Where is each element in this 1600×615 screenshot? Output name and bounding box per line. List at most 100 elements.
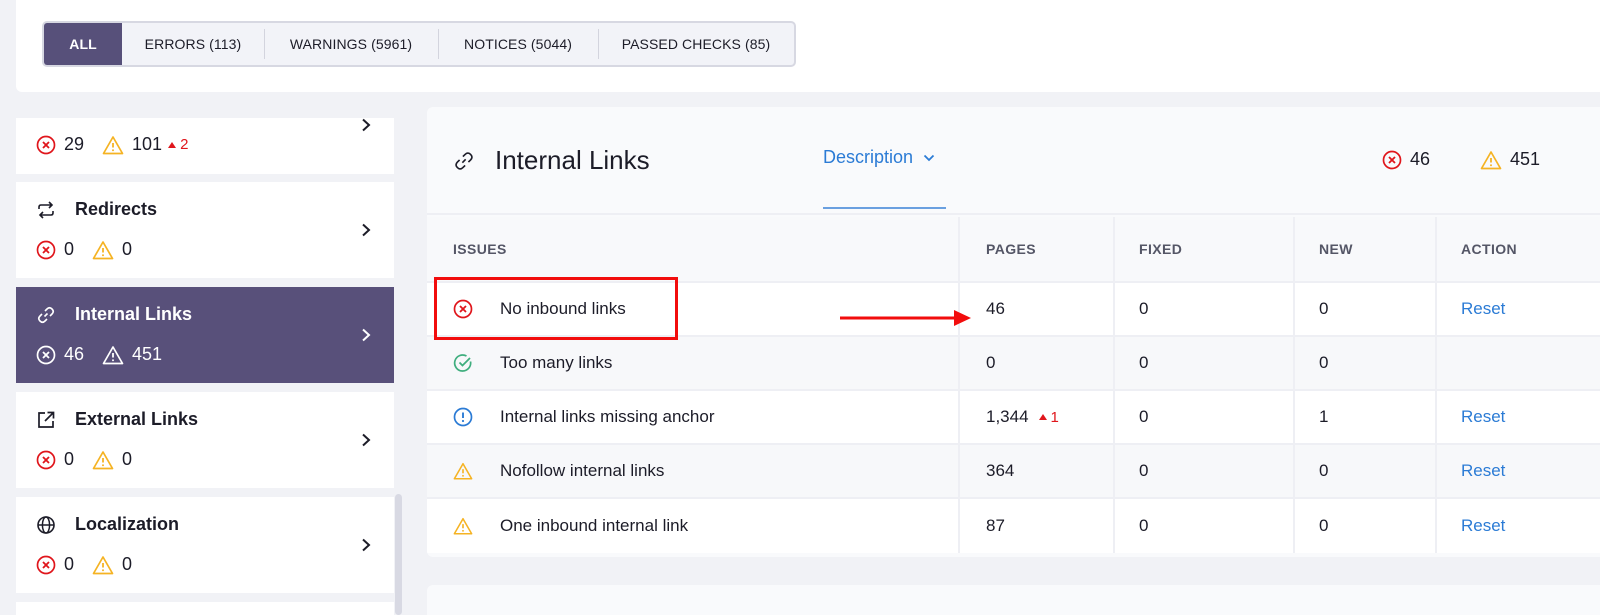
- chevron-down-icon: [923, 154, 935, 161]
- sidebar-item-localization[interactable]: Localization 0 0: [16, 497, 394, 593]
- sidebar-item-next[interactable]: [16, 602, 394, 615]
- next-panel: [427, 585, 1600, 615]
- table-row[interactable]: Too many links 0 0 0: [427, 337, 1600, 391]
- new-issues-delta: 2: [168, 136, 188, 153]
- issue-name[interactable]: Too many links: [500, 353, 612, 373]
- sidebar-item-external-links[interactable]: External Links 0 0: [16, 392, 394, 488]
- tab-underline: [823, 207, 946, 209]
- sidebar-item-counts: 29 101 2: [36, 134, 188, 155]
- chevron-right-icon: [362, 118, 371, 132]
- pages-count[interactable]: 46: [960, 283, 1115, 335]
- filter-tab-errors[interactable]: ERRORS (113): [122, 23, 264, 65]
- warning-count: 0: [92, 239, 132, 260]
- sidebar-item-redirects[interactable]: Redirects 0 0: [16, 182, 394, 278]
- filter-tab-warnings[interactable]: WARNINGS (5961): [264, 23, 438, 65]
- column-header-action: ACTION: [1461, 241, 1518, 257]
- reset-link[interactable]: Reset: [1461, 407, 1505, 427]
- error-icon: [36, 240, 56, 259]
- warning-count: 0: [92, 449, 132, 470]
- table-row[interactable]: Internal links missing anchor 1,344 1 0 …: [427, 391, 1600, 445]
- chevron-right-icon: [362, 223, 371, 237]
- warning-count: 101: [102, 134, 162, 155]
- column-header-fixed[interactable]: FIXED: [1115, 217, 1295, 281]
- globe-icon: [36, 515, 56, 535]
- issues-table: ISSUES PAGES FIXED NEW ACTION No inbound…: [427, 217, 1600, 553]
- warning-icon: [453, 461, 473, 481]
- fixed-count: 0: [1115, 337, 1295, 389]
- new-count: 0: [1295, 337, 1437, 389]
- column-header-issues[interactable]: ISSUES: [427, 217, 960, 281]
- warning-icon: [102, 345, 124, 364]
- error-icon: [36, 135, 56, 154]
- annotation-highlight-box: [434, 277, 678, 340]
- warning-icon: [92, 555, 114, 574]
- sidebar-item-counts: 46 451: [36, 344, 180, 365]
- pages-count[interactable]: 1,344 1: [960, 391, 1115, 443]
- table-row[interactable]: Nofollow internal links 364 0 0 Reset: [427, 445, 1600, 499]
- error-icon: [36, 450, 56, 469]
- new-count: 0: [1295, 499, 1437, 553]
- sidebar-item-label: Redirects: [75, 199, 158, 219]
- sidebar-item-counts: 0 0: [36, 239, 150, 260]
- pages-count[interactable]: 87: [960, 499, 1115, 553]
- warning-count: 451: [1480, 149, 1540, 170]
- redirect-icon: [36, 200, 56, 220]
- reset-link[interactable]: Reset: [1461, 516, 1505, 536]
- reset-link[interactable]: Reset: [1461, 299, 1505, 319]
- warning-count: 451: [102, 344, 162, 365]
- description-tab[interactable]: Description: [823, 147, 946, 209]
- sidebar-item-label: External Links: [75, 409, 199, 429]
- chevron-right-icon: [362, 538, 371, 552]
- warning-icon: [1480, 150, 1502, 169]
- info-icon: [453, 407, 473, 427]
- chevron-right-icon: [362, 328, 371, 342]
- pages-count[interactable]: 0: [960, 337, 1115, 389]
- new-count: 0: [1295, 445, 1437, 497]
- column-header-pages[interactable]: PAGES: [960, 217, 1115, 281]
- column-header-new[interactable]: NEW: [1295, 217, 1437, 281]
- filter-tab-passed-checks[interactable]: PASSED CHECKS (85): [598, 23, 794, 65]
- error-icon: [36, 555, 56, 574]
- sidebar-item-label: Internal Links: [75, 304, 193, 324]
- error-count: 46: [36, 344, 84, 365]
- check-circle-icon: [453, 353, 473, 373]
- new-issues-delta: 1: [1038, 409, 1059, 426]
- sidebar-item-internal-links[interactable]: Internal Links 46 451: [16, 287, 394, 383]
- filter-tab-notices[interactable]: NOTICES (5044): [438, 23, 598, 65]
- up-triangle-icon: [1038, 414, 1047, 420]
- fixed-count: 0: [1115, 283, 1295, 335]
- warning-icon: [453, 516, 473, 536]
- filter-tab-all[interactable]: ALL: [44, 23, 122, 65]
- up-triangle-icon: [168, 141, 177, 148]
- panel-counts: 46 451: [1382, 149, 1540, 170]
- issue-name[interactable]: One inbound internal link: [500, 516, 688, 536]
- table-header: ISSUES PAGES FIXED NEW ACTION: [427, 217, 1600, 283]
- error-count: 29: [36, 134, 84, 155]
- chevron-right-icon: [362, 433, 371, 447]
- sidebar-item-category[interactable]: 29 101 2: [16, 118, 394, 174]
- sidebar-item-counts: 0 0: [36, 449, 150, 470]
- new-count: 0: [1295, 283, 1437, 335]
- issue-name[interactable]: Internal links missing anchor: [500, 407, 714, 427]
- link-icon: [453, 150, 475, 172]
- new-count: 1: [1295, 391, 1437, 443]
- error-count: 0: [36, 554, 74, 575]
- link-icon: [36, 305, 56, 325]
- error-count: 0: [36, 449, 74, 470]
- pages-count[interactable]: 364: [960, 445, 1115, 497]
- issue-name[interactable]: Nofollow internal links: [500, 461, 664, 481]
- warning-icon: [92, 450, 114, 469]
- error-icon: [36, 345, 56, 364]
- fixed-count: 0: [1115, 445, 1295, 497]
- sidebar-scrollbar[interactable]: [395, 494, 402, 615]
- table-row[interactable]: One inbound internal link 87 0 0 Reset: [427, 499, 1600, 553]
- error-count: 0: [36, 239, 74, 260]
- sidebar-item-counts: 0 0: [36, 554, 150, 575]
- fixed-count: 0: [1115, 391, 1295, 443]
- warning-icon: [102, 135, 124, 154]
- panel-title: Internal Links: [495, 145, 650, 175]
- annotation-arrow-icon: [840, 310, 971, 326]
- reset-link[interactable]: Reset: [1461, 461, 1505, 481]
- panel-header: Internal Links Description 46 451: [427, 107, 1600, 215]
- error-count: 46: [1382, 149, 1430, 170]
